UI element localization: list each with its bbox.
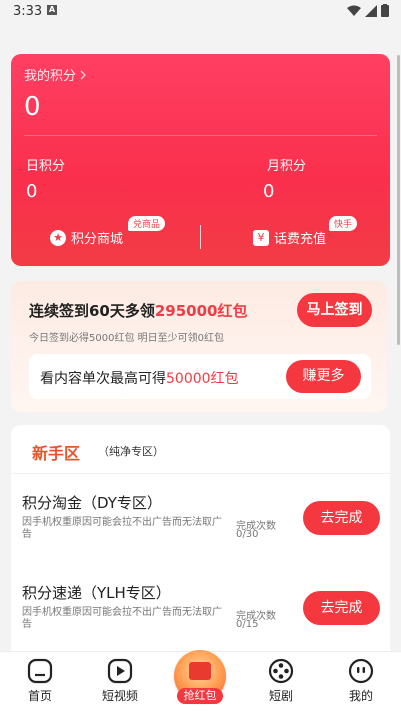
complete-task-button[interactable]: 去完成 bbox=[303, 501, 380, 535]
phone-recharge-label: 话费充值 bbox=[274, 232, 327, 247]
nav-home-label: 首页 bbox=[27, 689, 52, 703]
nav-mine-label: 我的 bbox=[348, 689, 373, 703]
notification-icon: A bbox=[47, 5, 57, 15]
scrollbar[interactable] bbox=[397, 55, 400, 345]
points-mall-tag: 兑商品 bbox=[128, 216, 166, 231]
task-item: 积分淘金（DY专区） 因手机权重原因可能会拉不出广告而无法取广告 完成次数 0/… bbox=[22, 492, 382, 562]
points-card: 我的积分 0 日积分 0 月积分 0 ★ 积分商城 兑商品 ¥ 话费充值 快手 bbox=[11, 54, 390, 266]
daily-points-label: 日积分 bbox=[26, 159, 66, 174]
task-description: 因手机权重原因可能会拉不出广告而无法取广告 bbox=[22, 607, 222, 630]
newbie-card: 新手区 （纯净专区） 积分淘金（DY专区） 因手机权重原因可能会拉不出广告而无法… bbox=[11, 425, 390, 665]
nav-mine[interactable]: 我的 bbox=[331, 658, 391, 704]
signin-title-text: 连续签到60天多领 bbox=[29, 302, 155, 320]
task-title: 积分淘金（DY专区） bbox=[22, 494, 162, 512]
bottom-nav: 首页 短视频 抢红包 短剧 我的 bbox=[0, 648, 401, 714]
envelope-icon bbox=[189, 662, 211, 680]
signin-subtitle: 今日签到必得5000红包 明日至少可领0红包 bbox=[29, 333, 224, 344]
signin-title-highlight: 295000红包 bbox=[154, 302, 248, 320]
battery-icon bbox=[381, 4, 389, 17]
points-total: 0 bbox=[24, 92, 41, 122]
nav-short-video[interactable]: 短视频 bbox=[90, 658, 150, 704]
my-points-link[interactable]: 我的积分 bbox=[24, 65, 87, 84]
my-points-title: 我的积分 bbox=[24, 69, 77, 84]
nav-red-packet-label: 抢红包 bbox=[177, 688, 223, 704]
task-title: 积分速递（YLH专区） bbox=[22, 584, 171, 602]
daily-points-value: 0 bbox=[26, 181, 38, 202]
film-reel-icon bbox=[268, 658, 294, 684]
watch-content-text: 看内容单次最高可得50000红包 bbox=[40, 368, 239, 388]
watch-text-highlight: 50000红包 bbox=[166, 371, 239, 387]
phone-recharge-tag: 快手 bbox=[329, 216, 358, 231]
status-bar: 3:33 A bbox=[0, 0, 401, 24]
task-count-value: 0/15 bbox=[236, 619, 259, 630]
task-item: 积分速递（YLH专区） 因手机权重原因可能会拉不出广告而无法取广告 完成次数 0… bbox=[22, 582, 382, 652]
monthly-points-value: 0 bbox=[263, 181, 275, 202]
newbie-subtitle: （纯净专区） bbox=[98, 445, 164, 458]
signal-icon bbox=[365, 4, 377, 17]
nav-short-drama[interactable]: 短剧 bbox=[251, 658, 311, 704]
signin-card: 连续签到60天多领295000红包 今日签到必得5000红包 明日至少可领0红包… bbox=[11, 281, 387, 412]
signin-title: 连续签到60天多领295000红包 bbox=[29, 300, 248, 321]
watch-text-prefix: 看内容单次最高可得 bbox=[40, 371, 166, 387]
task-count-value: 0/30 bbox=[236, 529, 259, 540]
phone-recharge-button[interactable]: ¥ 话费充值 bbox=[253, 228, 326, 247]
points-mall-button[interactable]: ★ 积分商城 bbox=[50, 228, 123, 247]
play-icon bbox=[107, 658, 133, 684]
complete-task-button[interactable]: 去完成 bbox=[303, 591, 380, 625]
nav-short-drama-label: 短剧 bbox=[268, 689, 293, 703]
divider bbox=[24, 135, 377, 136]
newbie-title: 新手区 bbox=[32, 444, 81, 463]
signin-button[interactable]: 马上签到 bbox=[297, 293, 372, 327]
chevron-right-icon bbox=[80, 70, 86, 79]
points-mall-label: 积分商城 bbox=[71, 232, 124, 247]
wifi-icon bbox=[347, 5, 361, 16]
task-description: 因手机权重原因可能会拉不出广告而无法取广告 bbox=[22, 517, 222, 540]
star-icon: ★ bbox=[50, 229, 66, 246]
status-time: 3:33 bbox=[13, 4, 43, 19]
nav-short-video-label: 短视频 bbox=[101, 689, 138, 703]
monthly-points-label: 月积分 bbox=[267, 159, 307, 174]
divider bbox=[200, 225, 201, 249]
nav-red-packet[interactable]: 抢红包 bbox=[172, 648, 228, 708]
yen-icon: ¥ bbox=[253, 229, 269, 246]
watch-content-box: 看内容单次最高可得50000红包 赚更多 bbox=[29, 354, 371, 399]
earn-more-button[interactable]: 赚更多 bbox=[286, 360, 361, 393]
home-icon bbox=[27, 658, 53, 684]
divider bbox=[11, 473, 390, 474]
smiley-icon bbox=[348, 658, 374, 684]
nav-home[interactable]: 首页 bbox=[10, 658, 70, 704]
status-icons bbox=[347, 4, 389, 17]
